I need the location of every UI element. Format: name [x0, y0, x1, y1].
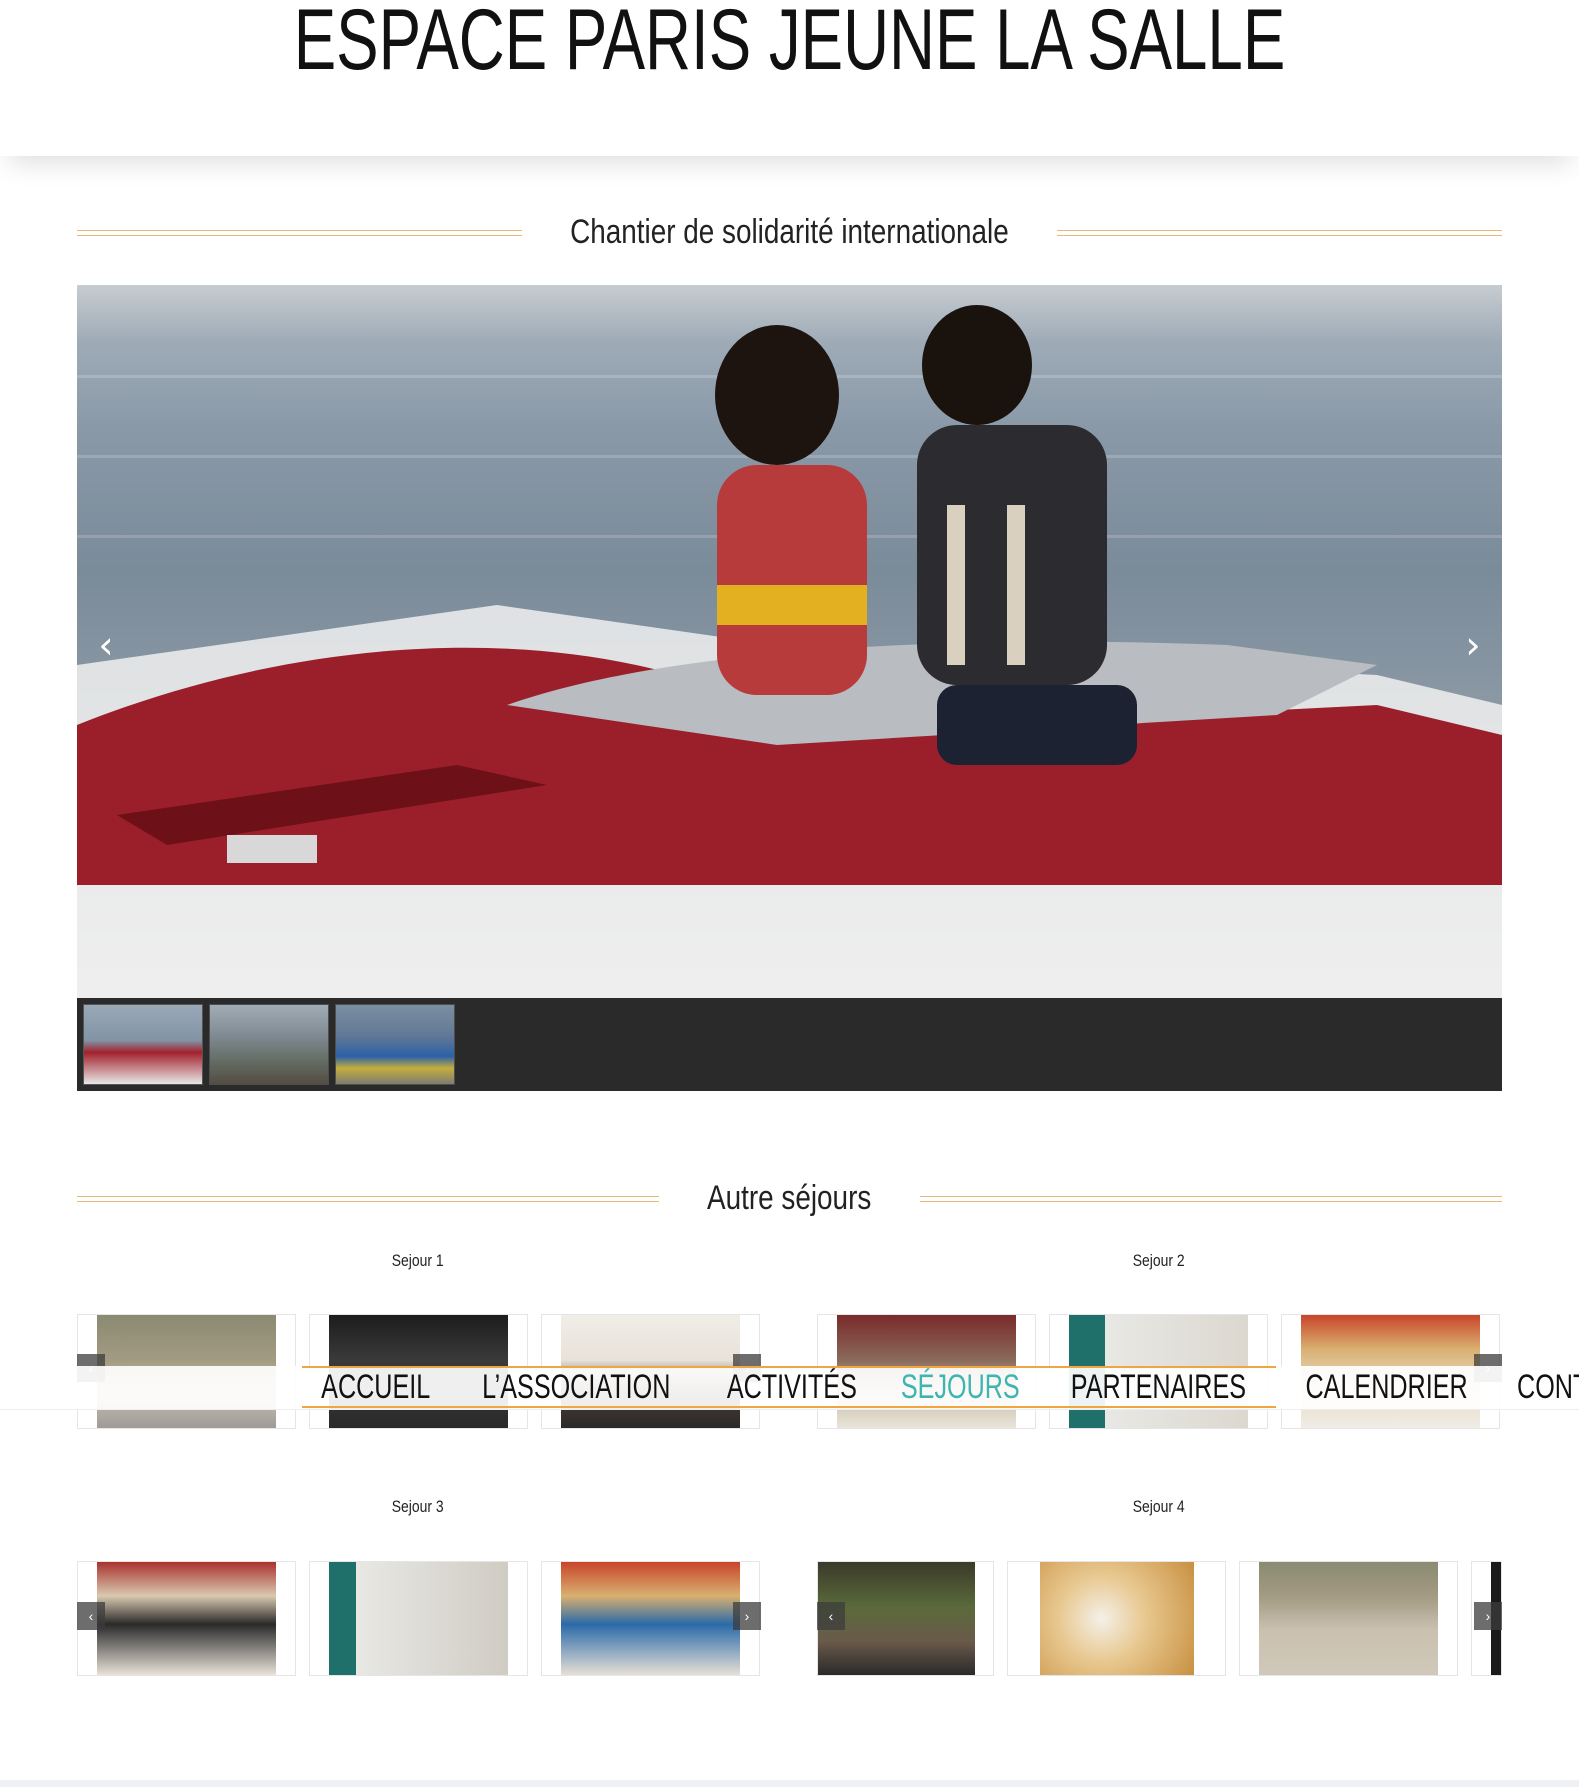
section-heading-autre-sejours: Autre séjours: [77, 1178, 1502, 1218]
footer-band: [0, 1780, 1579, 1787]
hero-carousel[interactable]: ‹ ›: [77, 285, 1502, 998]
gallery-image[interactable]: [77, 1561, 296, 1676]
carousel-thumbnails: [77, 998, 1502, 1091]
nav-item-activites[interactable]: ACTIVITÉS: [727, 1368, 857, 1406]
main-navigation: ACCUEIL L’ASSOCIATION ACTIVITÉS SÉJOURS …: [0, 1366, 1579, 1410]
riders-figure: [715, 305, 1137, 765]
nav-item-sejours[interactable]: SÉJOURS: [900, 1368, 1019, 1406]
gallery-image[interactable]: [1007, 1561, 1226, 1676]
section-title: Chantier de solidarité internationale: [570, 213, 1009, 251]
gallery-image[interactable]: [1239, 1561, 1458, 1676]
sejour-4-next-icon[interactable]: ›: [1474, 1602, 1502, 1630]
carousel-prev-icon[interactable]: ‹: [91, 625, 121, 665]
thumbnail-2[interactable]: [209, 1004, 329, 1085]
sejour-3-prev-icon[interactable]: ‹: [77, 1602, 105, 1630]
nav-menu: ACCUEIL L’ASSOCIATION ACTIVITÉS SÉJOURS …: [302, 1366, 1579, 1408]
thumbnail-3[interactable]: [335, 1004, 455, 1085]
nav-item-contact[interactable]: CONTACT: [1517, 1368, 1579, 1406]
sejour-1-label[interactable]: Sejour 1: [392, 1251, 444, 1271]
site-title[interactable]: ESPACE PARIS JEUNE LA SALLE: [205, 0, 1373, 90]
sejour-3-next-icon[interactable]: ›: [733, 1602, 761, 1630]
sejour-4-prev-icon[interactable]: ‹: [817, 1602, 845, 1630]
gallery-image[interactable]: [541, 1561, 760, 1676]
site-header: ESPACE PARIS JEUNE LA SALLE: [0, 0, 1579, 156]
carousel-next-icon[interactable]: ›: [1458, 625, 1488, 665]
nav-item-association[interactable]: L’ASSOCIATION: [482, 1368, 670, 1406]
sejour-3-label[interactable]: Sejour 3: [392, 1497, 444, 1517]
nav-item-accueil[interactable]: ACCUEIL: [321, 1368, 430, 1406]
sejour-2-label[interactable]: Sejour 2: [1133, 1251, 1185, 1271]
gallery-image[interactable]: [309, 1561, 528, 1676]
thumbnail-1[interactable]: [83, 1004, 203, 1085]
nav-item-partenaires[interactable]: PARTENAIRES: [1071, 1368, 1246, 1406]
section-heading-chantier: Chantier de solidarité internationale: [77, 212, 1502, 252]
section-title: Autre séjours: [707, 1179, 872, 1217]
nav-item-calendrier[interactable]: CALENDRIER: [1305, 1368, 1467, 1406]
sejour-4-label[interactable]: Sejour 4: [1133, 1497, 1185, 1517]
